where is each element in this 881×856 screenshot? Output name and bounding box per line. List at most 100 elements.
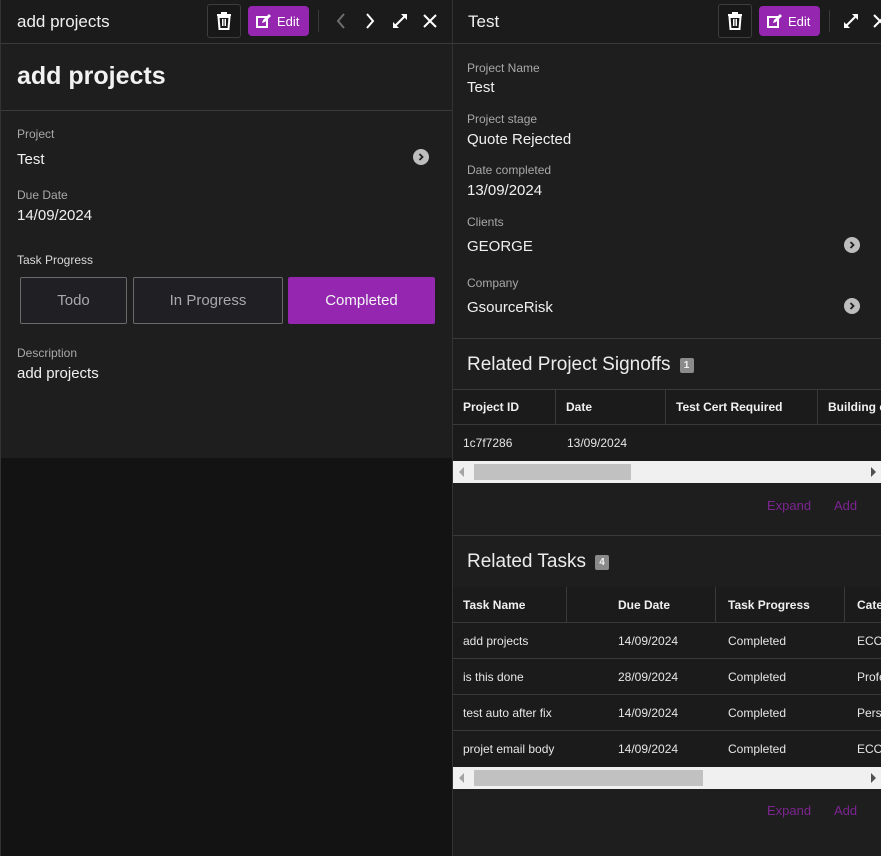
column-header-task-name[interactable]: Task Name [453,587,566,622]
signoffs-add-button[interactable]: Add [834,498,857,513]
cell-task-name: projet email body [463,742,555,756]
cell-task-progress: Completed [728,742,787,756]
tasks-add-button[interactable]: Add [834,803,857,818]
title-divider [1,110,452,111]
progress-option-completed[interactable]: Completed [288,277,435,324]
project-name-value: Test [467,79,495,96]
tasks-count-badge: 4 [595,554,609,570]
project-detail-panel: Test Edit Project Name Test Project stag… [452,0,881,856]
cell-date: 13/09/2024 [567,436,628,450]
signoffs-horizontal-scrollbar[interactable] [453,461,881,483]
project-name-label: Project Name [467,61,540,75]
signoffs-expand-button[interactable]: Expand [767,498,811,513]
tasks-expand-button[interactable]: Expand [767,803,811,818]
open-company-button[interactable] [844,298,860,314]
clients-value[interactable]: GEORGE [467,238,533,255]
cell-category: Pers [857,705,881,720]
project-stage-value: Quote Rejected [467,131,572,148]
chevron-right-icon [366,13,375,29]
column-separator [715,587,716,622]
project-panel-header: Test Edit [453,0,881,44]
task-panel-title: add projects [17,12,110,31]
scroll-left-arrow-icon[interactable] [459,773,464,783]
scroll-left-arrow-icon[interactable] [459,467,464,477]
close-panel-button[interactable] [419,10,441,32]
expand-panel-button[interactable] [389,10,411,32]
column-header-test-cert-required[interactable]: Test Cert Required [666,390,817,424]
clients-label: Clients [467,215,504,229]
next-record-button[interactable] [359,10,381,32]
previous-record-button[interactable] [330,10,352,32]
table-row[interactable]: test auto after fix 14/09/2024 Completed… [453,695,881,731]
tasks-grid-header: Task Name Due Date Task Progress Cate [453,587,881,623]
signoffs-grid: Project ID Date Test Cert Required Build… [453,389,881,461]
cell-category: ECO [857,633,881,648]
company-label: Company [467,276,519,290]
column-header-due-date[interactable]: Due Date [608,587,715,622]
open-project-button[interactable] [413,149,429,165]
progress-option-todo[interactable]: Todo [20,277,127,324]
cell-task-progress: Completed [728,669,787,684]
company-value[interactable]: GsourceRisk [467,299,553,316]
cell-building [818,425,881,461]
signoffs-section-title: Related Project Signoffs 1 [467,354,694,376]
date-completed-label: Date completed [467,163,552,177]
edit-icon [256,14,271,28]
expand-panel-button[interactable] [840,10,862,32]
column-header-blank[interactable] [567,587,607,622]
edit-task-label: Edit [277,13,300,29]
app-root: add projects Edit add projects Project T… [0,0,881,856]
delete-project-button[interactable] [718,4,752,38]
cell-due-date: 14/09/2024 [618,742,679,756]
column-header-task-progress[interactable]: Task Progress [718,587,844,622]
scrollbar-thumb[interactable] [474,464,631,480]
progress-option-in-progress[interactable]: In Progress [133,277,283,324]
task-page-title: add projects [17,62,166,90]
column-header-project-id[interactable]: Project ID [453,390,555,424]
project-stage-label: Project stage [467,112,538,126]
column-header-date[interactable]: Date [556,390,665,424]
table-row[interactable]: is this done 28/09/2024 Completed Profe [453,659,881,695]
scroll-right-arrow-icon[interactable] [871,773,876,783]
cell-task-name: test auto after fix [463,705,552,720]
project-value[interactable]: Test [17,151,45,168]
cell-category: ECO [857,742,881,756]
project-label: Project [17,127,55,141]
empty-area [0,458,452,856]
open-client-button[interactable] [844,237,860,253]
description-label: Description [17,346,78,360]
close-panel-button[interactable] [869,10,881,32]
tasks-section-title: Related Tasks 4 [467,551,609,573]
table-row[interactable]: add projects 14/09/2024 Completed ECO [453,623,881,659]
project-panel-title: Test [468,12,500,31]
due-date-label: Due Date [17,188,68,202]
date-completed-value: 13/09/2024 [467,182,543,199]
scrollbar-thumb[interactable] [474,770,703,786]
chevron-left-icon [336,13,345,29]
delete-task-button[interactable] [207,4,241,38]
scroll-right-arrow-icon[interactable] [871,467,876,477]
close-icon [423,14,437,28]
column-header-category[interactable]: Cate [847,587,881,622]
table-row[interactable]: 1c7f7286 13/09/2024 [453,425,881,461]
cell-task-name: is this done [463,669,524,684]
edit-project-button[interactable]: Edit [759,6,821,36]
tasks-title: Related Tasks [467,551,586,572]
signoffs-count-badge: 1 [679,357,694,373]
edit-task-button[interactable]: Edit [248,6,310,36]
close-icon [873,14,881,28]
table-row[interactable]: projet email body 14/09/2024 Completed E… [453,731,881,767]
signoffs-title: Related Project Signoffs [467,354,671,375]
tasks-horizontal-scrollbar[interactable] [453,767,881,789]
header-separator [829,10,830,32]
signoffs-grid-header: Project ID Date Test Cert Required Build… [453,389,881,425]
chevron-right-circle-icon [418,153,424,161]
column-separator [844,587,845,622]
edit-project-label: Edit [788,13,811,29]
cell-task-progress: Completed [728,705,787,720]
trash-icon [217,12,231,30]
chevron-right-circle-icon [849,302,855,310]
cell-category: Profe [857,669,881,684]
column-header-building[interactable]: Building c [818,390,881,424]
edit-icon [767,14,782,28]
